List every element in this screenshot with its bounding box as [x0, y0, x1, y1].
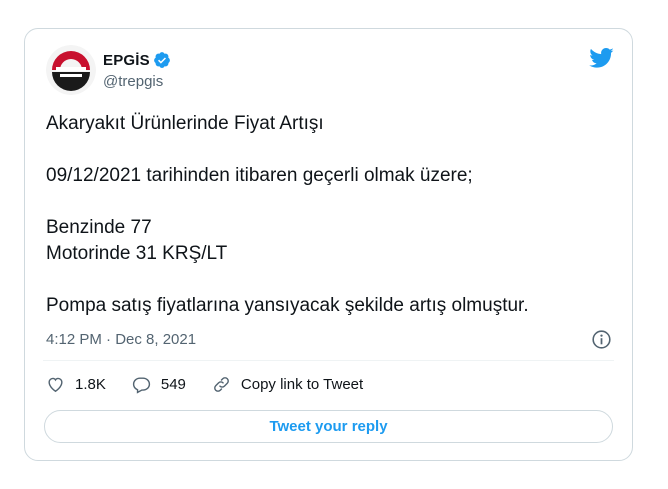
reply-count: 549 [160, 376, 186, 393]
display-name[interactable]: EPGİS [103, 52, 150, 69]
tweet-line: Akaryakıt Ürünlerinde Fiyat Artışı [46, 113, 324, 134]
link-icon [213, 377, 229, 392]
tweet-line: 09/12/2021 tarihinden itibaren geçerli o… [46, 165, 473, 186]
reply-button[interactable]: 549 [132, 375, 186, 394]
copy-link-label: Copy link to Tweet [240, 376, 364, 393]
tweet-actions: 1.8K 549 Copy link to Tweet [46, 375, 612, 394]
heart-icon [48, 377, 63, 393]
tweet-line: Benzinde 77 [46, 217, 152, 238]
divider [43, 360, 614, 361]
timestamp[interactable]: 4:12 PM · Dec 8, 2021 [46, 331, 196, 348]
tweet-header: EPGİS @trepgis [46, 45, 614, 97]
avatar[interactable] [46, 45, 96, 95]
like-count: 1.8K [75, 376, 106, 393]
tweet-your-reply-button[interactable]: Tweet your reply [44, 410, 613, 443]
name-row: EPGİS [103, 51, 171, 69]
tweet-card: EPGİS @trepgis Akaryakıt Ürünlerinde Fiy… [24, 28, 633, 461]
tweet-text: Akaryakıt Ürünlerinde Fiyat Artışı 09/12… [46, 111, 612, 319]
tweet-line: Motorinde 31 KRŞ/LT [46, 243, 228, 264]
timestamp-row: 4:12 PM · Dec 8, 2021 [46, 329, 612, 350]
verified-badge-icon [153, 51, 171, 69]
epgis-logo-icon [46, 45, 96, 95]
tweet-line: Pompa satış fiyatlarına yansıyacak şekil… [46, 295, 529, 316]
like-button[interactable]: 1.8K [46, 375, 106, 394]
copy-link-button[interactable]: Copy link to Tweet [212, 375, 363, 394]
twitter-bird-icon[interactable] [588, 47, 614, 74]
account-handle[interactable]: @trepgis [103, 73, 163, 90]
info-icon[interactable] [591, 329, 612, 350]
speech-bubble-icon [132, 377, 150, 394]
